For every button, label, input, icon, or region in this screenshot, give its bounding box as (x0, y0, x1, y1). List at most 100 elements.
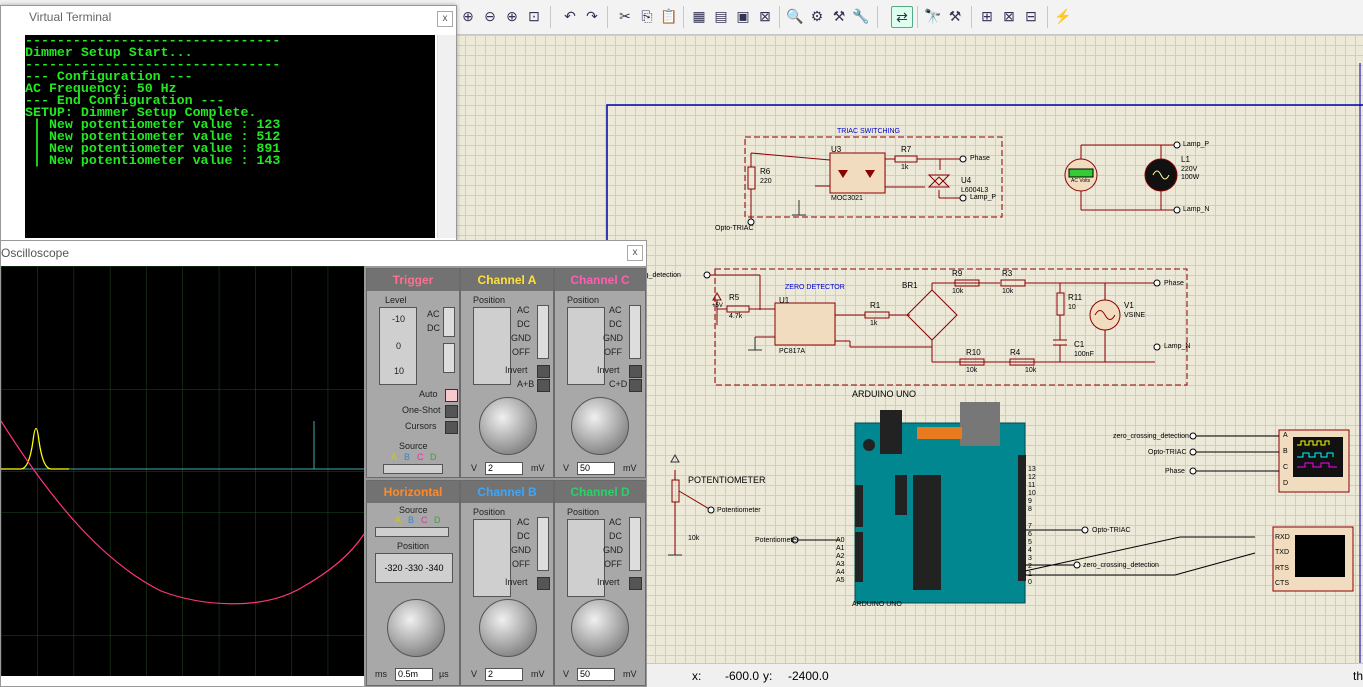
horizontal-position-readout[interactable]: -320 -330 -340 (375, 553, 453, 583)
v1-label: V1 (1124, 301, 1134, 310)
trigger-coupling-switch[interactable] (443, 307, 455, 337)
l1-wattage: 100W (1181, 174, 1200, 181)
virtual-terminal-window[interactable]: Virtual Terminal x ---------------------… (0, 5, 457, 241)
channel-d-volts-dial[interactable] (571, 599, 629, 657)
copy-icon[interactable]: ⎘ (637, 6, 657, 26)
u3-label: U3 (831, 145, 842, 154)
digital-pin-1: 1 (1028, 571, 1032, 578)
channel-a-invert-button[interactable] (537, 365, 550, 378)
wire-autorouter-icon[interactable]: ⇄ (891, 6, 913, 28)
horizontal-src-c: C (421, 515, 428, 525)
digital-pin-10: 10 (1028, 490, 1036, 497)
channel-c-volts-dial[interactable] (571, 397, 629, 455)
u1-label: U1 (779, 296, 790, 305)
channel-b-mv-unit: mV (531, 669, 545, 679)
cut-icon[interactable]: ✂ (615, 6, 635, 26)
close-icon[interactable]: x (627, 245, 643, 261)
channel-b-volts-value[interactable]: 2 (485, 668, 523, 681)
r7-label: R7 (901, 145, 912, 154)
y-coord-label: y: (763, 669, 773, 683)
v1-part: VSINE (1124, 312, 1146, 319)
channel-c-invert-button[interactable] (629, 365, 642, 378)
virtual-terminal-title: Virtual Terminal (29, 10, 112, 24)
exit-to-parent-icon[interactable]: ⊟ (1021, 6, 1041, 26)
zoom-area-icon[interactable]: ⊡ (524, 6, 544, 26)
channel-d-invert-button[interactable] (629, 577, 642, 590)
zoom-in-icon[interactable]: ⊕ (458, 6, 478, 26)
horizontal-source-slider[interactable] (375, 527, 449, 537)
r7-value: 1k (901, 164, 909, 171)
horizontal-time-value[interactable]: 0.5m (395, 668, 433, 681)
channel-c-volts-value[interactable]: 50 (577, 462, 615, 475)
trigger-title: Trigger (367, 269, 459, 291)
channel-c-invert-label: Invert (597, 365, 620, 375)
new-sheet-icon[interactable]: ⊞ (977, 6, 997, 26)
channel-d-coupling-switch[interactable] (629, 517, 641, 571)
analog-pin-a0: A0 (836, 537, 845, 544)
trigger-oneshot-button[interactable] (445, 405, 458, 418)
packaging-tool-icon[interactable]: ⚒ (829, 6, 849, 26)
trigger-source-slider[interactable] (383, 464, 443, 474)
block-delete-icon[interactable]: ⊠ (755, 6, 775, 26)
trigger-cursors-button[interactable] (445, 421, 458, 434)
paste-icon[interactable]: 📋 (659, 6, 679, 26)
r6-value: 220 (760, 178, 772, 185)
make-device-icon[interactable]: ⚙ (807, 6, 827, 26)
zoom-all-icon[interactable]: ⊕ (502, 6, 522, 26)
channel-a-gnd-label: GND (511, 333, 531, 343)
analog-pin-a1: A1 (836, 545, 845, 552)
block-copy-icon[interactable]: ▦ (689, 6, 709, 26)
l1-label: L1 (1181, 155, 1190, 164)
close-icon[interactable]: x (437, 11, 453, 27)
zoom-out-icon[interactable]: ⊖ (480, 6, 500, 26)
channel-b-position-label: Position (473, 507, 506, 517)
channel-a-volts-dial[interactable] (479, 397, 537, 455)
ac-volts-label: AC Volts (1071, 178, 1091, 184)
trigger-level-scale[interactable]: -10 0 10 (379, 307, 417, 385)
la-pin-d: D (1283, 480, 1289, 487)
channel-c-coupling-switch[interactable] (629, 305, 641, 359)
horizontal-time-dial[interactable] (387, 599, 445, 657)
trigger-src-b: B (404, 452, 411, 462)
channel-a-mv-unit: mV (531, 463, 545, 473)
property-tool-icon[interactable]: ⚒ (945, 6, 965, 26)
decompose-icon[interactable]: 🔧 (851, 6, 871, 26)
block-move-icon[interactable]: ▤ (711, 6, 731, 26)
channel-b-coupling-switch[interactable] (537, 517, 549, 571)
terminal-scrollbar[interactable] (437, 35, 456, 238)
channel-b-gnd-label: GND (511, 545, 531, 555)
trigger-edge-switch[interactable] (443, 343, 455, 373)
trigger-auto-button[interactable] (445, 389, 458, 402)
analog-pin-a3: A3 (836, 561, 845, 568)
channel-b-invert-button[interactable] (537, 577, 550, 590)
channel-d-gnd-label: GND (603, 545, 623, 555)
oscilloscope-screen[interactable] (0, 266, 365, 676)
search-tag-icon[interactable]: 🔭 (923, 6, 943, 26)
channel-a-v-unit: V (471, 463, 478, 473)
oscilloscope-window[interactable]: Oscilloscope x Trigger Level -10 0 10 AC… (0, 240, 647, 687)
undo-icon[interactable]: ↶ (560, 6, 580, 26)
channel-c-cplusd-button[interactable] (629, 379, 642, 392)
channel-a-aplusb-button[interactable] (537, 379, 550, 392)
pick-device-icon[interactable]: 🔍 (785, 6, 805, 26)
potentiometer-label-1: Potentiometer (717, 507, 761, 514)
r9-label: R9 (952, 269, 963, 278)
electrical-rule-check-icon[interactable]: ⚡ (1053, 6, 1073, 26)
triac-box-label: TRIAC SWITCHING (837, 128, 900, 135)
block-rotate-icon[interactable]: ▣ (733, 6, 753, 26)
c1-label: C1 (1074, 340, 1085, 349)
trigger-level-label: Level (385, 295, 407, 305)
u1-part-label: PC817A (779, 348, 806, 355)
horizontal-title: Horizontal (367, 481, 459, 503)
digital-pin-11: 11 (1028, 482, 1036, 489)
remove-sheet-icon[interactable]: ⊠ (999, 6, 1019, 26)
terminal-output[interactable]: -------------------------------- Dimmer S… (25, 35, 435, 238)
channel-b-volts-dial[interactable] (479, 599, 537, 657)
trigger-tick-neg10: -10 (392, 314, 406, 324)
channel-a-volts-value[interactable]: 2 (485, 462, 523, 475)
r6-label: R6 (760, 167, 771, 176)
channel-d-volts-value[interactable]: 50 (577, 668, 615, 681)
channel-a-coupling-switch[interactable] (537, 305, 549, 359)
trigger-tick-10: 10 (394, 366, 405, 376)
redo-icon[interactable]: ↷ (582, 6, 602, 26)
